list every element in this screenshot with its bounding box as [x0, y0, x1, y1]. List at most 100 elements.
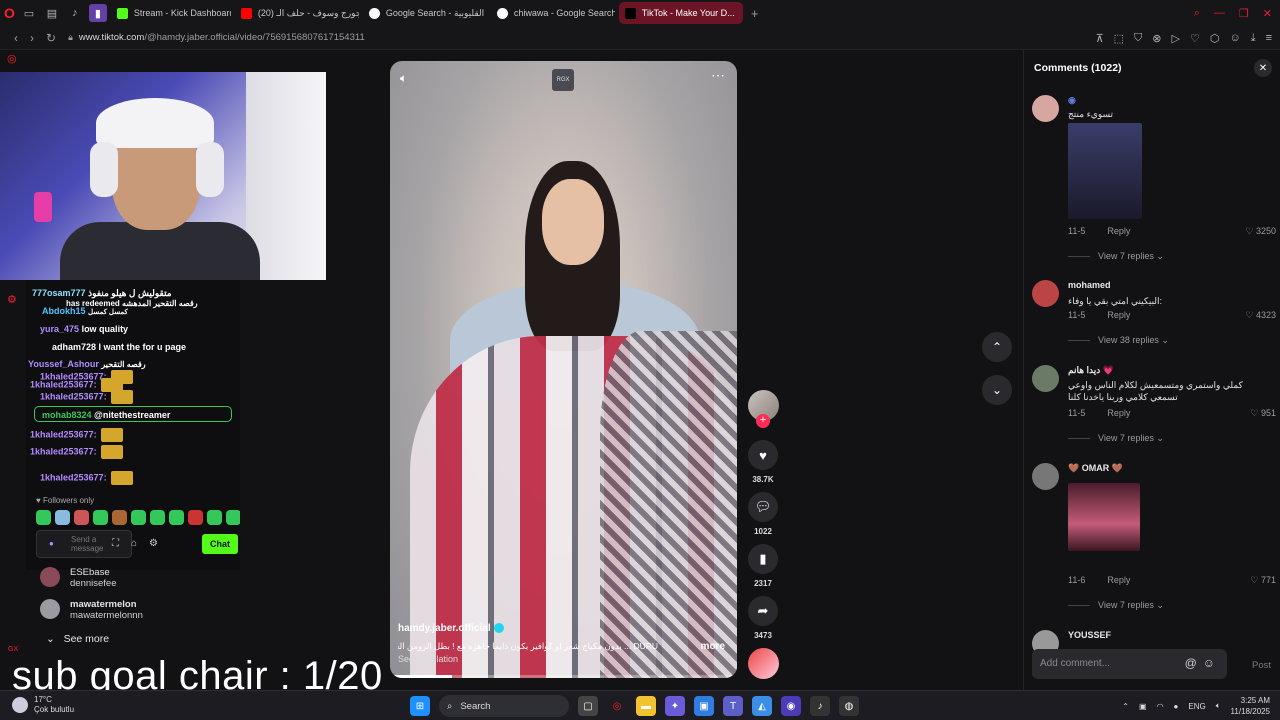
caption-more-button[interactable]: more	[701, 641, 725, 652]
opera-sidebar-logo-icon[interactable]: ◎	[7, 52, 26, 65]
see-translation-link[interactable]: See translation	[398, 654, 458, 664]
opera-gx-icon[interactable]: ◎	[607, 696, 627, 716]
volume-icon[interactable]: 🔈︎	[400, 71, 407, 86]
vpn-icon[interactable]: ⊗	[1152, 32, 1161, 45]
video-author[interactable]: hamdy.jaber.official	[398, 623, 504, 634]
comment-author[interactable]: ديدا هانم 💗	[1068, 365, 1114, 376]
shield-icon[interactable]: ⛉	[1134, 32, 1142, 45]
windows-start-icon[interactable]: ⊞	[410, 696, 430, 716]
store-icon[interactable]: ▣	[694, 696, 714, 716]
emote-icon[interactable]	[188, 510, 203, 525]
store-icon[interactable]: ⌂	[131, 538, 137, 549]
emote-icon[interactable]	[55, 510, 70, 525]
app-icon[interactable]: ◉	[781, 696, 801, 716]
emote-icon[interactable]	[169, 510, 184, 525]
snapshot-icon[interactable]: ⬚	[1114, 32, 1124, 45]
share-button[interactable]: ➦ 3473	[747, 596, 779, 640]
more-options-icon[interactable]: ⋯	[711, 67, 725, 84]
tiktok-pinned-icon[interactable]: ♪	[66, 4, 84, 22]
tab-overview-icon[interactable]: ▤	[43, 4, 61, 22]
tab-google-chiwawa[interactable]: chiwawa - Google Search	[491, 2, 615, 24]
tab-google-qalyubia[interactable]: Google Search - القليوبية	[363, 2, 487, 24]
workspace-icon[interactable]: ▭	[20, 4, 38, 22]
add-comment-input[interactable]: Add comment... @☺	[1032, 649, 1227, 679]
emote-icon[interactable]	[74, 510, 89, 525]
mic-icon[interactable]: ●	[49, 539, 54, 548]
mic-icon[interactable]: ●	[1174, 702, 1179, 711]
avatar[interactable]	[1032, 280, 1059, 307]
comment-author[interactable]: 🤎 OMAR 🤎	[1068, 463, 1123, 474]
tray-app-icon[interactable]: ▣	[1139, 702, 1147, 711]
pin-icon[interactable]: ⊼	[1096, 32, 1104, 45]
close-comments-button[interactable]: ✕	[1254, 59, 1272, 77]
task-view-icon[interactable]: ▢	[578, 696, 598, 716]
view-replies-button[interactable]: View 7 replies ⌄	[1068, 433, 1164, 444]
reply-button[interactable]: Reply	[1107, 575, 1130, 585]
next-video-button[interactable]: ⌄	[982, 375, 1012, 405]
reply-button[interactable]: Reply	[1107, 226, 1130, 236]
comment-image[interactable]	[1068, 483, 1140, 551]
maximize-icon[interactable]: ❐	[1239, 7, 1249, 20]
emote-icon[interactable]	[36, 510, 51, 525]
tray-chevron-icon[interactable]: ⌃	[1122, 702, 1129, 711]
reload-icon[interactable]: ↻	[46, 31, 56, 45]
follow-plus-icon[interactable]: +	[756, 414, 770, 428]
previous-video-button[interactable]: ⌃	[982, 332, 1012, 362]
clock[interactable]: 3:25 AM 11/18/2025	[1231, 695, 1270, 717]
reply-button[interactable]: Reply	[1107, 408, 1130, 418]
close-window-icon[interactable]: ✕	[1263, 7, 1272, 20]
comment-button[interactable]: 💬︎ 1022	[747, 492, 779, 536]
save-button[interactable]: ▮ 2317	[747, 544, 779, 588]
sound-disc-button[interactable]	[747, 648, 779, 679]
creator-avatar-button[interactable]: +	[747, 390, 779, 428]
comment-author[interactable]: YOUSSEF	[1068, 630, 1111, 640]
menu-icon[interactable]: ≡	[1266, 32, 1272, 44]
search-tabs-icon[interactable]: ⌕	[1194, 7, 1200, 20]
forward-icon[interactable]: ›	[30, 31, 34, 45]
settings-icon[interactable]: ⚙	[7, 293, 26, 306]
comment-image[interactable]	[1068, 123, 1142, 219]
download-icon[interactable]: ⤓	[1251, 32, 1256, 45]
obs-icon[interactable]: ◍	[839, 696, 859, 716]
emote-icon[interactable]	[93, 510, 108, 525]
comment-like-button[interactable]: ♡ 771	[1250, 575, 1276, 586]
url-field[interactable]: www.tiktok.com/@hamdy.jaber.official/vid…	[79, 32, 365, 43]
weather-widget[interactable]: 17°C Çok bulutlu	[34, 695, 74, 715]
comment-like-button[interactable]: ♡ 4323	[1245, 310, 1276, 321]
copilot-icon[interactable]: ✦	[665, 696, 685, 716]
mention-emoji-icons[interactable]: @☺	[1185, 656, 1221, 670]
taskbar-search[interactable]: ⌕ Search	[439, 695, 569, 717]
play-icon[interactable]: ▷	[1172, 32, 1180, 45]
emote-icon[interactable]	[112, 510, 127, 525]
avatar[interactable]	[1032, 463, 1059, 490]
heart-icon[interactable]: ♡	[1190, 32, 1200, 45]
profile-icon[interactable]: ☺	[1229, 32, 1240, 44]
view-replies-button[interactable]: View 38 replies ⌄	[1068, 335, 1169, 346]
new-tab-button[interactable]: +	[751, 6, 759, 21]
volume-icon[interactable]: 🔈︎	[1216, 701, 1221, 711]
music-icon[interactable]: ♪	[810, 696, 830, 716]
teams-icon[interactable]: T	[723, 696, 743, 716]
video-player[interactable]: 🔈︎ RGX ⋯ hamdy.jaber.official DURU ... ب…	[390, 61, 737, 678]
emote-icon[interactable]	[150, 510, 165, 525]
comment-like-button[interactable]: ♡ 951	[1250, 408, 1276, 419]
back-icon[interactable]: ‹	[14, 31, 18, 45]
reply-button[interactable]: Reply	[1107, 310, 1130, 320]
see-more-button[interactable]: ⌄ See more	[46, 633, 109, 645]
emote-icon[interactable]	[207, 510, 222, 525]
comment-like-button[interactable]: ♡ 3250	[1245, 226, 1276, 237]
mod-tools-icon[interactable]: ⛶	[112, 538, 119, 549]
wifi-icon[interactable]: ◠	[1157, 702, 1164, 711]
comment-author[interactable]: ◉	[1068, 95, 1076, 106]
comment-author[interactable]: mohamed	[1068, 280, 1111, 290]
emote-icon[interactable]	[131, 510, 146, 525]
tab-kick-dashboard[interactable]: Stream - Kick Dashboard	[111, 2, 231, 24]
opera-logo-icon[interactable]: O	[4, 5, 15, 21]
chat-send-button[interactable]: Chat	[202, 534, 238, 554]
post-comment-button[interactable]: Post	[1252, 660, 1271, 671]
extensions-icon[interactable]: ⬡	[1210, 32, 1220, 45]
video-progress-bar[interactable]	[390, 675, 737, 678]
like-button[interactable]: ♥ 38.7K	[747, 440, 779, 484]
tab-tiktok[interactable]: TikTok - Make Your D...	[618, 2, 743, 24]
avatar[interactable]	[1032, 365, 1059, 392]
